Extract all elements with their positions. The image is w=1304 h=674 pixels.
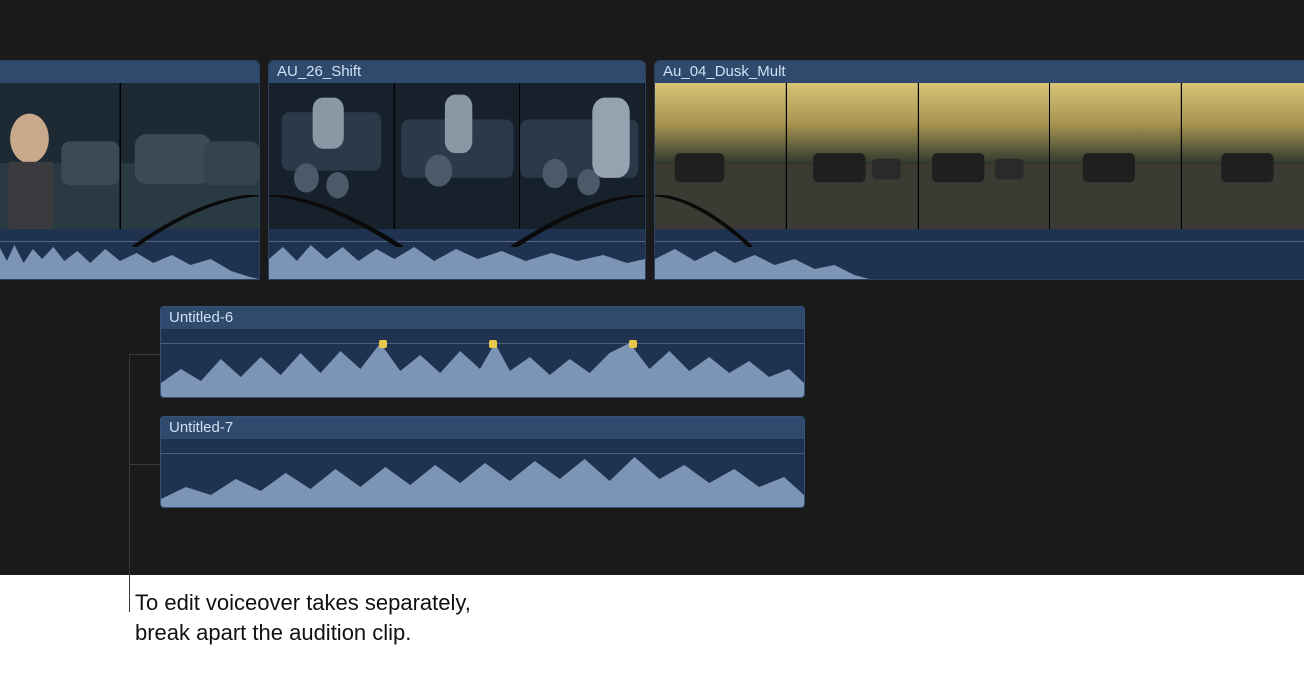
clip-title: [0, 61, 259, 83]
thumbnail: [787, 83, 919, 229]
thumbnail: [1182, 83, 1304, 229]
thumbnail: [395, 83, 521, 229]
video-clip[interactable]: [0, 60, 260, 280]
clip-title: Au_04_Dusk_Mult: [655, 61, 1304, 83]
clip-audio-waveform: [655, 229, 1304, 280]
audio-clip[interactable]: Untitled-7: [160, 416, 805, 508]
audio-clip[interactable]: Untitled-6: [160, 306, 805, 398]
clip-title: Untitled-6: [161, 307, 804, 329]
audio-waveform: [161, 329, 804, 398]
peak-warning-icon: [489, 340, 497, 348]
thumbnail: [269, 83, 395, 229]
clip-thumbnails: [0, 83, 259, 229]
thumbnail: [520, 83, 645, 229]
callout-bracket: [129, 354, 130, 612]
clip-title: Untitled-7: [161, 417, 804, 439]
peak-warning-icon: [379, 340, 387, 348]
video-clip[interactable]: AU_26_Shift: [268, 60, 646, 280]
thumbnail: [1050, 83, 1182, 229]
peak-warning-icon: [629, 340, 637, 348]
video-clip[interactable]: Au_04_Dusk_Mult: [654, 60, 1304, 280]
clip-thumbnails: [655, 83, 1304, 229]
audio-waveform: [161, 439, 804, 508]
callout-text: To edit voiceover takes separately, brea…: [135, 588, 471, 647]
clip-audio-waveform: [0, 229, 259, 280]
thumbnail: [121, 83, 260, 229]
thumbnail: [655, 83, 787, 229]
timeline[interactable]: AU_26_Shift: [0, 0, 1304, 575]
clip-thumbnails: [269, 83, 645, 229]
clip-audio-waveform: [269, 229, 645, 280]
clip-title: AU_26_Shift: [269, 61, 645, 83]
thumbnail: [919, 83, 1051, 229]
thumbnail: [0, 83, 121, 229]
